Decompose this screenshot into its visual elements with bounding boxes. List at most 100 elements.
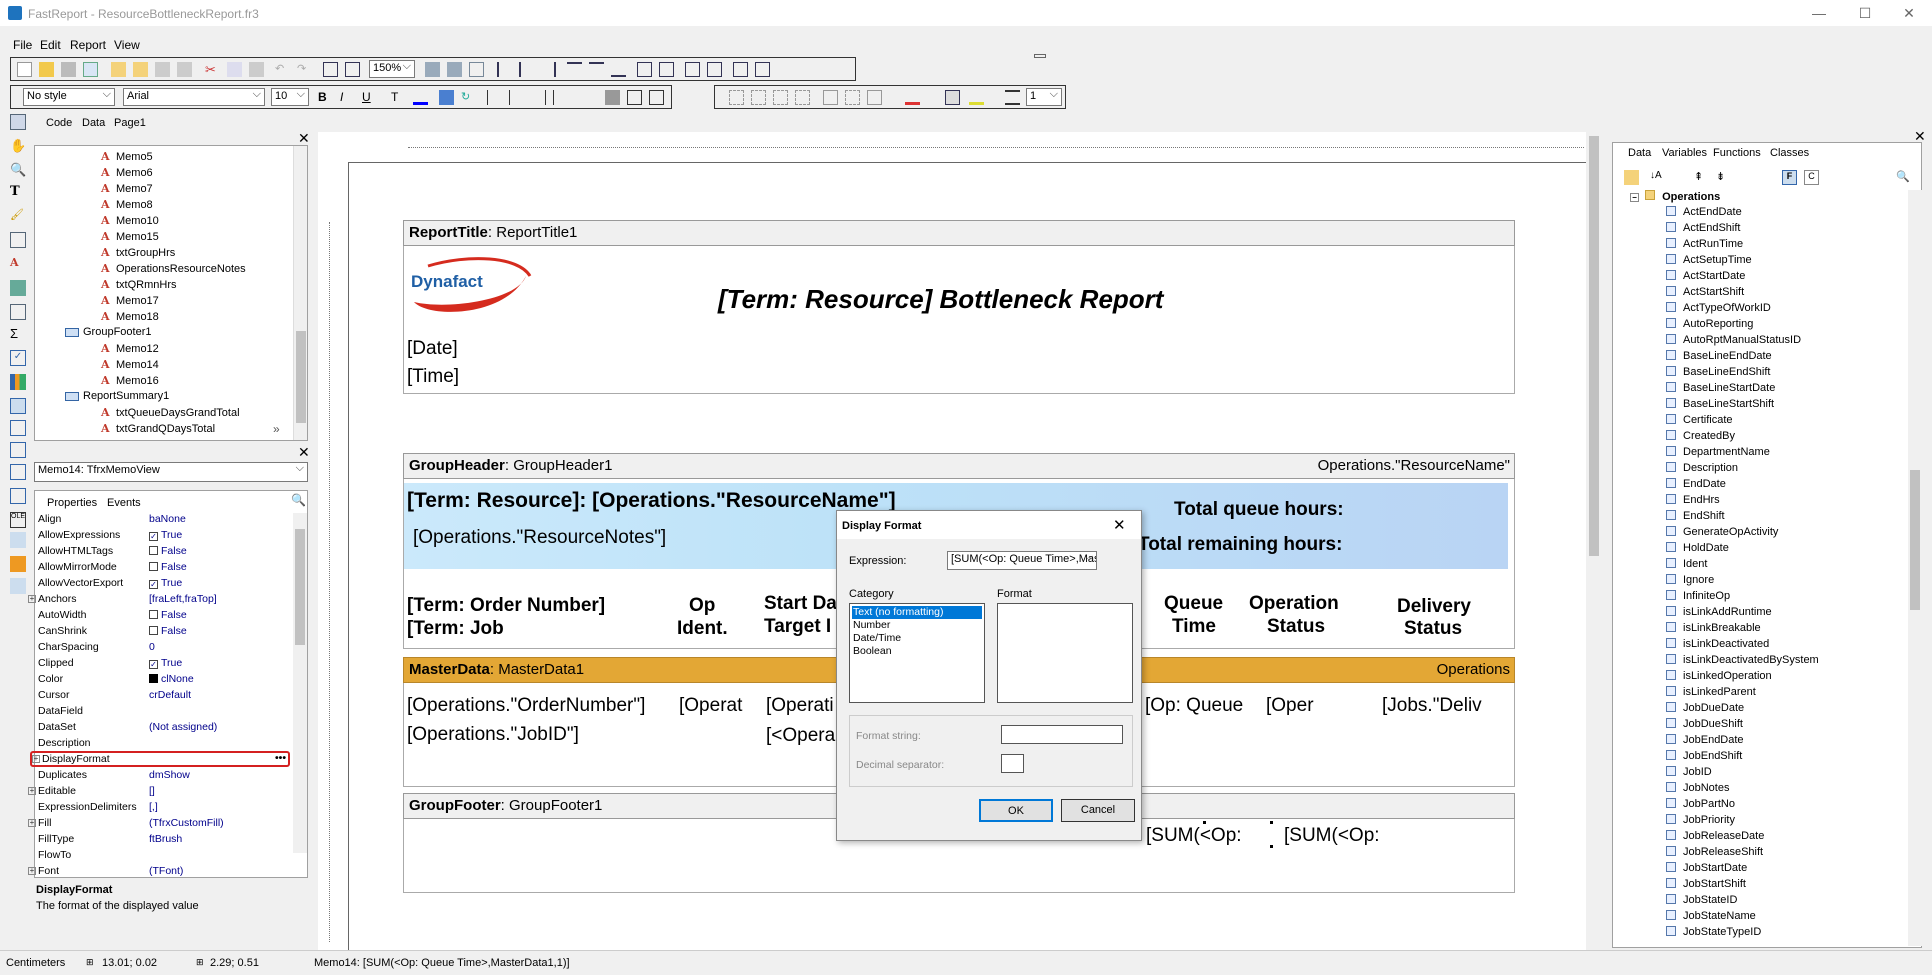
ellipsis-button[interactable]: ••• — [275, 752, 286, 764]
tab-functions[interactable]: Functions — [1713, 147, 1761, 159]
gauge-icon[interactable] — [10, 488, 26, 504]
md-opstatus-field[interactable]: [Oper — [1266, 695, 1314, 717]
design-vscrollbar[interactable] — [1586, 132, 1602, 950]
data-field-item[interactable]: BaseLineEndShift — [1666, 366, 1770, 378]
property-value[interactable]: False — [149, 561, 187, 573]
data-field-item[interactable]: ActRunTime — [1666, 238, 1743, 250]
col-job[interactable]: [Term: Job — [407, 618, 504, 640]
data-field-item[interactable]: isLinkDeactivated — [1666, 638, 1769, 650]
rotation-icon[interactable]: ↻ — [461, 90, 476, 105]
data-field-item[interactable]: isLinkBreakable — [1666, 622, 1761, 634]
data-field-item[interactable]: JobEndShift — [1666, 750, 1742, 762]
system-text-icon[interactable]: Σ — [10, 326, 26, 342]
data-field-item[interactable]: EndDate — [1666, 478, 1726, 490]
property-row[interactable]: DataSet (Not assigned) — [28, 721, 240, 734]
frame-color-icon[interactable] — [969, 90, 984, 105]
show-fields-icon[interactable]: F — [1782, 170, 1797, 185]
col-op[interactable]: Op — [689, 595, 715, 617]
data-field-item[interactable]: JobEndDate — [1666, 734, 1744, 746]
group-icon[interactable] — [323, 62, 338, 77]
report-title-text[interactable]: [Term: Resource] Bottleneck Report — [718, 284, 1163, 315]
selection-handle[interactable] — [1203, 821, 1206, 824]
text-bottom-icon[interactable] — [649, 90, 664, 105]
data-field-item[interactable]: JobNotes — [1666, 782, 1729, 794]
text-align-right-icon[interactable] — [531, 90, 546, 105]
resource-line[interactable]: [Term: Resource]: [Operations."ResourceN… — [407, 489, 896, 513]
delete-page-icon[interactable] — [155, 62, 170, 77]
report-title-band-header[interactable]: ReportTitle: ReportTitle1 — [403, 220, 1515, 246]
property-row[interactable]: + Fill (TfrxCustomFill) — [28, 817, 240, 830]
data-field-item[interactable]: JobDueShift — [1666, 718, 1743, 730]
data-field-item[interactable]: EndHrs — [1666, 494, 1720, 506]
collapse-icon[interactable]: ⇞ — [1694, 170, 1709, 185]
gf-sum-remaining[interactable]: [SUM(<Op: — [1284, 825, 1380, 847]
frame-bottom-icon[interactable] — [751, 90, 766, 105]
time-field[interactable]: [Time] — [407, 366, 459, 388]
collapse-root-icon[interactable]: − — [1630, 193, 1639, 202]
tab-classes[interactable]: Classes — [1770, 147, 1809, 159]
property-row[interactable]: AllowVectorExport ✓ True — [28, 577, 240, 590]
inspector-scroll-thumb[interactable] — [295, 529, 305, 645]
expand-more-icon[interactable]: » — [273, 422, 280, 436]
property-value[interactable]: clNone — [149, 673, 194, 685]
cancel-button[interactable]: Cancel — [1061, 799, 1135, 822]
save-icon[interactable] — [61, 62, 76, 77]
data-field-item[interactable]: HoldDate — [1666, 542, 1729, 554]
data-field-item[interactable]: JobStateID — [1666, 894, 1737, 906]
data-scroll-thumb[interactable] — [1910, 470, 1920, 610]
maximize-button[interactable]: ☐ — [1842, 2, 1888, 24]
decimal-sep-input[interactable] — [1001, 754, 1024, 773]
col-operation-status[interactable]: Status — [1267, 616, 1325, 638]
tree-memo-item[interactable]: A Memo6 — [101, 166, 153, 179]
font-name-select[interactable]: Arial — [123, 88, 265, 106]
style-select[interactable]: No style — [23, 88, 115, 106]
menu-edit[interactable]: Edit — [40, 38, 61, 52]
tree-band-item[interactable]: ReportSummary1 — [65, 390, 169, 402]
expand-icon[interactable]: + — [28, 787, 36, 795]
tree-memo-item[interactable]: A Memo5 — [101, 150, 153, 163]
property-value[interactable]: (TfrxCustomFill) — [149, 817, 224, 829]
menu-view[interactable]: View — [114, 38, 140, 52]
align-center-icon[interactable] — [519, 62, 534, 77]
tree-scroll-thumb[interactable] — [296, 331, 306, 423]
category-item[interactable]: Number — [852, 619, 982, 632]
property-value[interactable]: 0 — [149, 641, 155, 653]
sort-icon[interactable]: ↓A — [1650, 170, 1665, 185]
cross-tab-icon[interactable] — [10, 420, 26, 436]
data-field-item[interactable]: isLinkDeactivatedBySystem — [1666, 654, 1819, 666]
col-queue[interactable]: Queue — [1164, 593, 1223, 615]
format-painter-icon[interactable]: 🖌 — [10, 208, 26, 224]
ole-icon[interactable] — [10, 442, 26, 458]
data-field-item[interactable]: DepartmentName — [1666, 446, 1770, 458]
data-field-item[interactable]: JobReleaseDate — [1666, 830, 1764, 842]
text-align-center-icon[interactable] — [509, 90, 524, 105]
frame-left-icon[interactable] — [773, 90, 788, 105]
col-queue-time[interactable]: Time — [1172, 616, 1216, 638]
close-inspector-icon[interactable]: ✕ — [298, 444, 310, 461]
resource-notes[interactable]: [Operations."ResourceNotes"] — [413, 527, 666, 549]
report-title-band[interactable]: Dynafact [Term: Resource] Bottleneck Rep… — [403, 246, 1515, 394]
col-start-date[interactable]: Start Da — [764, 593, 837, 615]
tab-events[interactable]: Events — [107, 497, 141, 509]
center-vertical-icon[interactable] — [707, 62, 722, 77]
copy-icon[interactable] — [227, 62, 242, 77]
shadow-icon[interactable] — [867, 90, 882, 105]
zipcode-icon[interactable] — [10, 578, 26, 594]
fit-grid-icon[interactable] — [469, 62, 484, 77]
memo-icon[interactable]: A — [10, 256, 26, 272]
data-field-item[interactable]: BaseLineStartDate — [1666, 382, 1775, 394]
property-row[interactable]: CharSpacing 0 — [28, 641, 240, 654]
expand-icon[interactable]: + — [32, 755, 40, 763]
same-width-icon[interactable] — [733, 62, 748, 77]
expand-icon[interactable]: + — [28, 819, 36, 827]
cell-icon[interactable] — [10, 556, 26, 572]
data-field-item[interactable]: ActStartShift — [1666, 286, 1744, 298]
checkbox-icon[interactable]: ✓ — [10, 350, 26, 366]
data-field-item[interactable]: BaseLineStartShift — [1666, 398, 1774, 410]
text-align-left-icon[interactable] — [487, 90, 502, 105]
property-row[interactable]: + Editable [] — [28, 785, 240, 798]
tree-memo-item[interactable]: A OperationsResourceNotes — [101, 262, 246, 275]
data-field-item[interactable]: ActTypeOfWorkID — [1666, 302, 1771, 314]
data-field-item[interactable]: ActEndDate — [1666, 206, 1742, 218]
property-row[interactable]: AllowExpressions ✓ True — [28, 529, 240, 542]
